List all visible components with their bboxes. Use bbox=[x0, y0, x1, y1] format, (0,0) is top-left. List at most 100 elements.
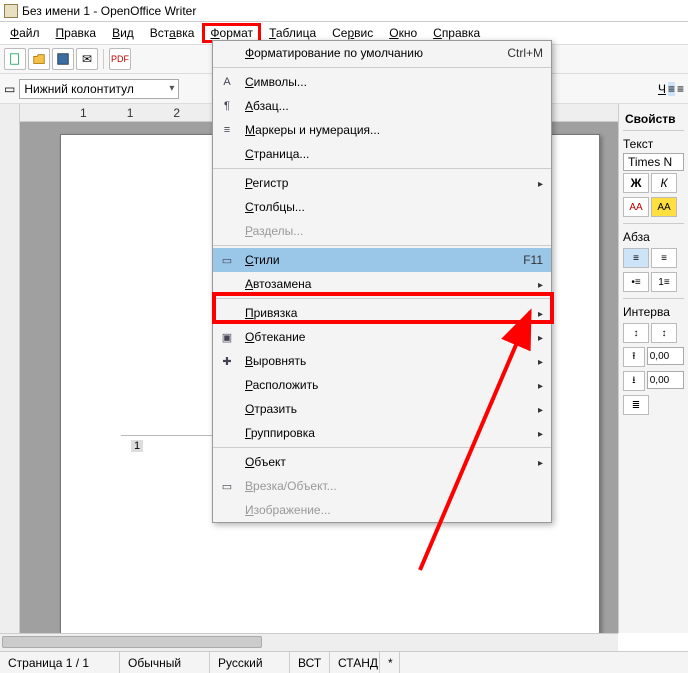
menu-item-icon bbox=[217, 304, 237, 322]
menu-item-icon: ≡ bbox=[217, 121, 237, 139]
menu-item-регистр[interactable]: Регистр bbox=[213, 171, 551, 195]
email-button[interactable]: ✉ bbox=[76, 48, 98, 70]
window-title: Без имени 1 - OpenOffice Writer bbox=[22, 4, 196, 18]
menu-item-label: Привязка bbox=[245, 306, 522, 320]
menu-item-символы[interactable]: A Символы... bbox=[213, 70, 551, 94]
menu-item-расположить[interactable]: Расположить bbox=[213, 373, 551, 397]
new-doc-button[interactable] bbox=[4, 48, 26, 70]
align-left-side-button[interactable]: ≡ bbox=[623, 248, 649, 268]
status-selection-mode[interactable]: СТАНД bbox=[330, 652, 380, 673]
menu-item-icon: A bbox=[217, 73, 237, 91]
menu-item-shortcut: F11 bbox=[523, 253, 543, 267]
menu-item-группировка[interactable]: Группировка bbox=[213, 421, 551, 445]
menu-item-маркерыинумерация[interactable]: ≡ Маркеры и нумерация... bbox=[213, 118, 551, 142]
menu-item-label: Врезка/Объект... bbox=[245, 479, 535, 493]
menu-item-label: Символы... bbox=[245, 75, 535, 89]
submenu-arrow-icon bbox=[538, 306, 543, 320]
menu-item-label: Расположить bbox=[245, 378, 522, 392]
submenu-arrow-icon bbox=[538, 277, 543, 291]
menu-item-icon bbox=[217, 44, 237, 62]
menu-item-label: Объект bbox=[245, 455, 522, 469]
menu-item-icon bbox=[217, 222, 237, 240]
menu-item-label: Абзац... bbox=[245, 99, 535, 113]
page-number-field[interactable]: 1 bbox=[131, 440, 143, 452]
menu-item-label: Изображение... bbox=[245, 503, 535, 517]
space-below-spin[interactable]: 0,00 bbox=[647, 371, 684, 389]
menu-item-абзац[interactable]: ¶Абзац... bbox=[213, 94, 551, 118]
menu-item-icon bbox=[217, 501, 237, 519]
menu-item-icon bbox=[217, 275, 237, 293]
italic-button[interactable]: К bbox=[651, 173, 677, 193]
spacing-section-label: Интерва bbox=[623, 303, 684, 321]
menu-item-shortcut: Ctrl+M bbox=[507, 46, 543, 60]
menu-item-icon: ✚ bbox=[217, 352, 237, 370]
line-spacing-button[interactable]: ≣ bbox=[623, 395, 649, 415]
menu-item-label: Выровнять bbox=[245, 354, 522, 368]
text-section-label: Текст bbox=[623, 135, 684, 153]
menu-файл[interactable]: Файл bbox=[2, 24, 48, 42]
menu-item-icon: ▭ bbox=[217, 477, 237, 495]
submenu-arrow-icon bbox=[538, 378, 543, 392]
app-icon bbox=[4, 4, 18, 18]
status-modified: * bbox=[380, 652, 400, 673]
menu-item-форматированиепоумолчанию[interactable]: Форматирование по умолчанию Ctrl+M bbox=[213, 41, 551, 65]
submenu-arrow-icon bbox=[538, 426, 543, 440]
menu-item-разделы: Разделы... bbox=[213, 219, 551, 243]
menu-item-автозамена[interactable]: Автозамена bbox=[213, 272, 551, 296]
font-name-combo[interactable]: Times N bbox=[623, 153, 684, 171]
submenu-arrow-icon bbox=[538, 354, 543, 368]
horizontal-scrollbar[interactable] bbox=[0, 633, 618, 651]
underline-button[interactable]: Ч bbox=[658, 82, 666, 96]
status-page: Страница 1 / 1 bbox=[0, 652, 120, 673]
menu-item-label: Столбцы... bbox=[245, 200, 535, 214]
menu-item-label: Автозамена bbox=[245, 277, 522, 291]
align-left-button[interactable]: ≡ bbox=[668, 82, 675, 96]
pdf-export-button[interactable]: PDF bbox=[109, 48, 131, 70]
menu-item-столбцы[interactable]: Столбцы... bbox=[213, 195, 551, 219]
menu-правка[interactable]: Правка bbox=[48, 24, 105, 42]
menu-item-icon bbox=[217, 376, 237, 394]
submenu-arrow-icon bbox=[538, 330, 543, 344]
vertical-ruler bbox=[0, 104, 20, 633]
save-button[interactable] bbox=[52, 48, 74, 70]
menu-item-icon bbox=[217, 400, 237, 418]
menu-вид[interactable]: Вид bbox=[104, 24, 142, 42]
status-bar: Страница 1 / 1 Обычный Русский ВСТ СТАНД… bbox=[0, 651, 688, 673]
bold-button[interactable]: Ж bbox=[623, 173, 649, 193]
menu-item-label: Форматирование по умолчанию bbox=[245, 46, 499, 60]
menu-item-icon: ▣ bbox=[217, 328, 237, 346]
decrease-spacing-button[interactable]: ↕ bbox=[651, 323, 677, 343]
format-menu-dropdown: Форматирование по умолчанию Ctrl+M A Символ… bbox=[212, 40, 552, 523]
space-above-icon: ⭱ bbox=[623, 347, 645, 367]
numbering-button[interactable]: 1≡ bbox=[651, 272, 677, 292]
menu-item-обтекание[interactable]: ▣Обтекание bbox=[213, 325, 551, 349]
menu-item-отразить[interactable]: Отразить bbox=[213, 397, 551, 421]
styles-button[interactable]: ▭ bbox=[4, 82, 15, 96]
status-style[interactable]: Обычный bbox=[120, 652, 210, 673]
bullets-button[interactable]: •≡ bbox=[623, 272, 649, 292]
menu-item-icon: ▭ bbox=[217, 251, 237, 269]
align-center-button[interactable]: ≡ bbox=[677, 82, 684, 96]
status-insert-mode[interactable]: ВСТ bbox=[290, 652, 330, 673]
status-language[interactable]: Русский bbox=[210, 652, 290, 673]
menu-item-страница[interactable]: Страница... bbox=[213, 142, 551, 166]
menu-item-объект[interactable]: Объект bbox=[213, 450, 551, 474]
space-below-icon: ⭳ bbox=[623, 371, 645, 391]
menu-item-icon bbox=[217, 145, 237, 163]
menu-item-label: Маркеры и нумерация... bbox=[245, 123, 535, 137]
submenu-arrow-icon bbox=[538, 176, 543, 190]
menu-item-label: Отразить bbox=[245, 402, 522, 416]
menu-item-врезкаобъект: ▭ Врезка/Объект... bbox=[213, 474, 551, 498]
menu-item-стили[interactable]: ▭СтилиF11 bbox=[213, 248, 551, 272]
space-above-spin[interactable]: 0,00 bbox=[647, 347, 684, 365]
menu-item-выровнять[interactable]: ✚ Выровнять bbox=[213, 349, 551, 373]
highlight-button[interactable]: AA bbox=[651, 197, 677, 217]
properties-sidebar: Свойств Текст Times N Ж К AA AA Абза ≡ ≡… bbox=[618, 104, 688, 633]
align-center-side-button[interactable]: ≡ bbox=[651, 248, 677, 268]
paragraph-style-combo[interactable]: Нижний колонтитул bbox=[19, 79, 179, 99]
menu-вставка[interactable]: Вставка bbox=[142, 24, 203, 42]
increase-spacing-button[interactable]: ↕ bbox=[623, 323, 649, 343]
open-button[interactable] bbox=[28, 48, 50, 70]
menu-item-привязка[interactable]: Привязка bbox=[213, 301, 551, 325]
font-color-button[interactable]: AA bbox=[623, 197, 649, 217]
